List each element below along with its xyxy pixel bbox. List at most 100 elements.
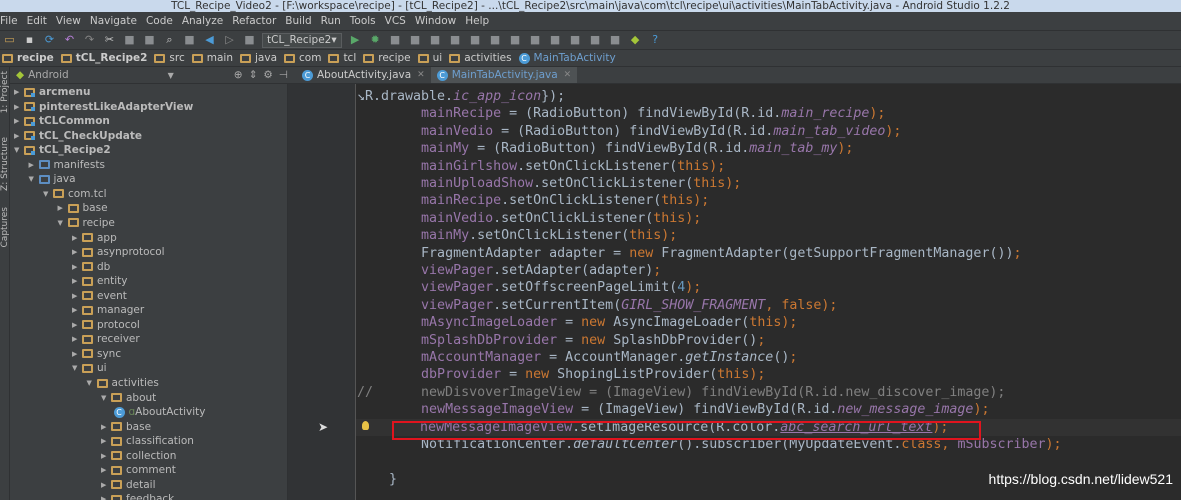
expanded-arrow-icon[interactable]: ▼ [14,146,24,154]
project-tool-tab[interactable]: 1: Project [0,71,10,113]
save-icon[interactable]: ▪ [22,33,37,47]
expanded-arrow-icon[interactable]: ▼ [72,364,82,372]
sync-gradle-icon[interactable]: ■ [588,33,603,47]
collapsed-arrow-icon[interactable]: ▶ [72,335,82,343]
tree-item[interactable]: ▶ protocol [72,318,140,332]
tree-item[interactable]: ▶ detail [101,478,156,492]
android-monitor-icon[interactable]: ■ [608,33,623,47]
run-config-select[interactable]: tCL_Recipe2 ▾ [262,32,342,48]
gear-icon[interactable]: ⚙ [263,69,272,81]
menu-tools[interactable]: Tools [350,15,376,27]
tree-item[interactable]: ▶ sync [72,347,121,361]
tree-item[interactable]: ▶ pinterestLikeAdapterView [14,100,193,114]
expanded-arrow-icon[interactable]: ▼ [43,190,53,198]
paste-icon[interactable]: ■ [142,33,157,47]
breadcrumb-item[interactable]: src [154,52,185,64]
collapsed-arrow-icon[interactable]: ▶ [72,234,82,242]
collapsed-arrow-icon[interactable]: ▶ [14,103,24,111]
breadcrumb-item[interactable]: C MainTabActivity [518,52,616,64]
tree-item[interactable]: ▶ arcmenu [14,85,91,99]
collapsed-arrow-icon[interactable]: ▶ [14,88,24,96]
vcs-update-icon[interactable]: ■ [428,33,443,47]
revert-icon[interactable]: ■ [508,33,523,47]
tree-item[interactable]: ▶ db [72,260,110,274]
tree-item[interactable]: ▶ base [101,420,151,434]
collapsed-arrow-icon[interactable]: ▶ [58,204,68,212]
close-icon[interactable]: ✕ [417,70,425,80]
tree-item[interactable]: ▼ com.tcl [43,187,107,201]
menu-vcs[interactable]: VCS [385,15,406,27]
collapsed-arrow-icon[interactable]: ▶ [101,423,111,431]
tree-item[interactable]: ▼ ui [72,361,107,375]
tab-aboutactivity-java[interactable]: C AboutActivity.java ✕ [296,67,431,83]
breadcrumb-item[interactable]: tCL_Recipe2 [60,52,147,64]
collapsed-arrow-icon[interactable]: ▶ [72,306,82,314]
replace-icon[interactable]: ■ [182,33,197,47]
menu-window[interactable]: Window [415,15,456,27]
collapsed-arrow-icon[interactable]: ▶ [72,248,82,256]
captures-tool-tab[interactable]: Captures [0,207,10,247]
tree-item[interactable]: ▶ asynprotocol [72,245,165,259]
tree-item[interactable]: ▼ about [101,391,156,405]
breadcrumb-item[interactable]: recipe [2,52,54,64]
expanded-arrow-icon[interactable]: ▼ [87,379,97,387]
close-icon[interactable]: ✕ [564,70,572,80]
collapse-icon[interactable]: ⇕ [249,69,258,81]
collapsed-arrow-icon[interactable]: ▶ [72,292,82,300]
sdk-icon[interactable]: ■ [548,33,563,47]
menu-analyze[interactable]: Analyze [182,15,223,27]
make-icon[interactable]: ■ [242,33,257,47]
tab-maintabactivity-java[interactable]: C MainTabActivity.java ✕ [430,67,578,83]
collapsed-arrow-icon[interactable]: ▶ [101,452,111,460]
collapsed-arrow-icon[interactable]: ▶ [101,466,111,474]
tree-item[interactable]: Cɑ AboutActivity [104,405,205,419]
tree-item[interactable]: ▶ feedback [101,492,174,500]
expanded-arrow-icon[interactable]: ▼ [29,175,39,183]
breadcrumb-item[interactable]: java [240,52,277,64]
tree-item[interactable]: ▼ java [29,172,76,186]
open-icon[interactable]: ▭ [2,33,17,47]
structure-tool-tab[interactable]: Z: Structure [0,137,10,191]
chevron-down-icon[interactable]: ▼ [168,71,174,80]
menu-code[interactable]: Code [146,15,173,27]
tree-item[interactable]: ▶ manifests [29,158,105,172]
tree-item[interactable]: ▶ app [72,231,117,245]
tree-item[interactable]: ▶ classification [101,434,194,448]
help-icon[interactable]: ? [648,33,663,47]
menu-refactor[interactable]: Refactor [232,15,276,27]
forward-icon[interactable]: ▷ [222,33,237,47]
cut-icon[interactable]: ✂ [102,33,117,47]
lightbulb-icon[interactable] [362,421,369,430]
menu-file[interactable]: File [0,15,18,27]
tree-item[interactable]: ▼ tCL_Recipe2 [14,143,111,157]
breadcrumb-item[interactable]: main [191,52,233,64]
scroll-from-source-icon[interactable]: ⊕ [234,69,243,81]
vcs-icon[interactable]: ■ [468,33,483,47]
menu-build[interactable]: Build [285,15,311,27]
breadcrumb-item[interactable]: tcl [328,52,356,64]
attach-icon[interactable]: ■ [388,33,403,47]
project-view-select[interactable]: Android [28,69,168,81]
collapsed-arrow-icon[interactable]: ▶ [101,481,111,489]
stop-icon[interactable]: ■ [408,33,423,47]
collapsed-arrow-icon[interactable]: ▶ [14,117,24,125]
expanded-arrow-icon[interactable]: ▼ [58,219,68,227]
sync-icon[interactable]: ⟳ [42,33,57,47]
tree-item[interactable]: ▶ receiver [72,332,140,346]
find-icon[interactable]: ⌕ [162,33,177,47]
project-structure-icon[interactable]: ■ [528,33,543,47]
breadcrumb-item[interactable]: ui [417,52,442,64]
collapsed-arrow-icon[interactable]: ▶ [101,495,111,500]
menu-navigate[interactable]: Navigate [90,15,137,27]
collapsed-arrow-icon[interactable]: ▶ [72,263,82,271]
menu-view[interactable]: View [56,15,81,27]
tree-item[interactable]: ▶ base [58,201,108,215]
tree-item[interactable]: ▶ tCLCommon [14,114,110,128]
tree-item[interactable]: ▶ event [72,289,127,303]
tree-item[interactable]: ▶ entity [72,274,127,288]
collapsed-arrow-icon[interactable]: ▶ [72,321,82,329]
tree-item[interactable]: ▶ collection [101,449,176,463]
breadcrumb-item[interactable]: recipe [363,52,411,64]
copy-icon[interactable]: ■ [122,33,137,47]
vcs-commit-icon[interactable]: ■ [448,33,463,47]
